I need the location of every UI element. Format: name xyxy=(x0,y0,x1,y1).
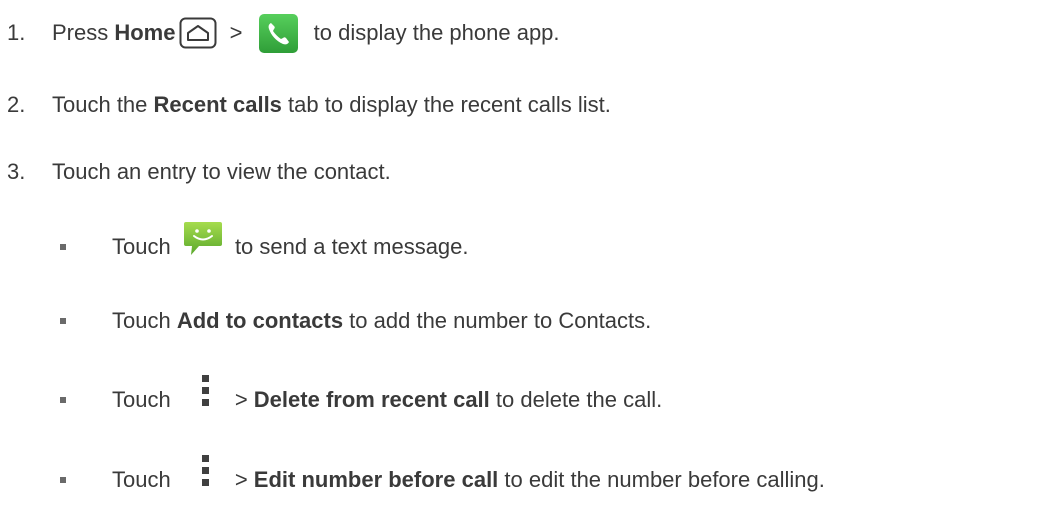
bullet-marker xyxy=(60,477,66,483)
step-1: 1. Press Home > to display the phone app… xyxy=(0,13,560,53)
bullet-bold-term: Add to contacts xyxy=(176,308,344,333)
menu-icon xyxy=(197,375,213,417)
bullet-text: Touch xyxy=(112,387,177,412)
step-3: 3. Touch an entry to view the contact. xyxy=(0,152,391,192)
home-key-icon xyxy=(179,17,217,49)
instructions-document: 1. Press Home > to display the phone app… xyxy=(0,0,1040,513)
bullet-4: Touch > Edit number before call to edit … xyxy=(0,455,825,500)
bullet-3: Touch > Delete from recent call to delet… xyxy=(0,375,663,420)
bullet-text: Touch xyxy=(112,308,177,333)
bullet-text: > xyxy=(234,467,254,492)
step-2: 2. Touch the Recent calls tab to display… xyxy=(0,85,611,125)
bullet-1: Touch to send a text message. xyxy=(0,222,469,267)
step-number: 2. xyxy=(7,92,26,117)
bullet-marker xyxy=(60,244,66,250)
bullet-2: Touch Add to contacts to add the number … xyxy=(0,301,651,341)
step-text: Touch the xyxy=(52,92,154,117)
bullet-text: to add the number to Contacts. xyxy=(343,308,652,333)
message-icon xyxy=(183,220,223,258)
step-bold-term: Recent calls xyxy=(153,92,282,117)
bullet-text: to delete the call. xyxy=(489,387,663,412)
step-text: to display the phone app. xyxy=(307,20,560,45)
step-number: 3. xyxy=(7,159,26,184)
phone-app-icon xyxy=(258,13,298,53)
step-text: Press xyxy=(52,20,115,45)
step-text: > xyxy=(223,20,249,45)
bullet-text: Touch xyxy=(112,467,177,492)
step-text: tab to display the recent calls list. xyxy=(281,92,611,117)
step-number: 1. xyxy=(7,20,26,45)
bullet-text: Touch xyxy=(112,234,177,259)
bullet-bold-term: Edit number before call xyxy=(253,467,499,492)
bullet-bold-term: Delete from recent call xyxy=(253,387,490,412)
bullet-text: to send a text message. xyxy=(228,234,469,259)
step-bold-term: Home xyxy=(114,20,176,45)
bullet-marker xyxy=(60,318,66,324)
bullet-marker xyxy=(60,397,66,403)
step-text: Touch an entry to view the contact. xyxy=(52,159,391,184)
bullet-text: > xyxy=(234,387,254,412)
bullet-text: to edit the number before calling. xyxy=(498,467,825,492)
menu-icon xyxy=(197,455,213,497)
